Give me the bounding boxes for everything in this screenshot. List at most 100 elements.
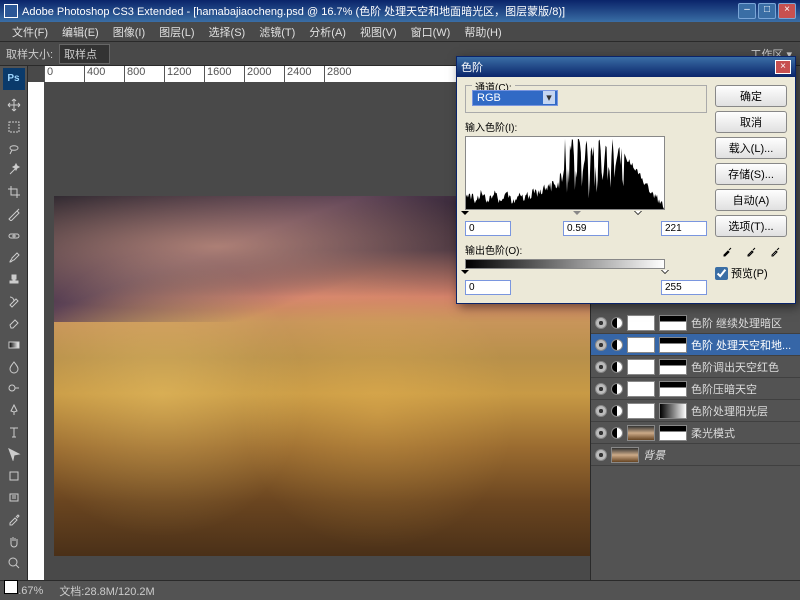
layer-name[interactable]: 色阶调出天空红色 [691, 359, 779, 375]
layer-name[interactable]: 色阶 继续处理暗区 [691, 315, 782, 331]
foreground-color[interactable] [4, 580, 18, 594]
layer-thumb[interactable] [627, 425, 655, 441]
layer-mask[interactable] [659, 381, 687, 397]
lasso-tool[interactable] [3, 139, 25, 159]
menu-file[interactable]: 文件(F) [6, 22, 54, 42]
output-white-slider[interactable] [661, 270, 669, 278]
gray-eyedropper[interactable] [746, 243, 756, 257]
tool-palette: Ps [0, 66, 28, 600]
shape-tool[interactable] [3, 466, 25, 486]
layer-row[interactable]: 色阶 继续处理暗区 [591, 312, 800, 334]
input-levels-label: 输入色阶(I): [465, 119, 707, 134]
options-button[interactable]: 选项(T)... [715, 215, 787, 237]
layer-mask[interactable] [659, 403, 687, 419]
visibility-icon[interactable] [595, 427, 607, 439]
layer-mask[interactable] [659, 359, 687, 375]
layer-thumb[interactable] [627, 359, 655, 375]
layer-row[interactable]: 背景 [591, 444, 800, 466]
dodge-tool[interactable] [3, 379, 25, 399]
wand-tool[interactable] [3, 160, 25, 180]
visibility-icon[interactable] [595, 339, 607, 351]
menu-view[interactable]: 视图(V) [354, 22, 403, 42]
menu-analysis[interactable]: 分析(A) [303, 22, 352, 42]
eyedropper-tool[interactable] [3, 509, 25, 529]
output-black-field[interactable]: 0 [465, 280, 511, 295]
brush-tool[interactable] [3, 248, 25, 268]
close-button[interactable]: × [778, 3, 796, 19]
layer-row[interactable]: 柔光模式 [591, 422, 800, 444]
black-point-slider[interactable] [461, 211, 469, 219]
menu-layer[interactable]: 图层(L) [153, 22, 200, 42]
layer-mask[interactable] [659, 315, 687, 331]
visibility-icon[interactable] [595, 361, 607, 373]
gamma-slider[interactable] [573, 211, 581, 219]
layer-thumb[interactable] [627, 403, 655, 419]
visibility-icon[interactable] [595, 405, 607, 417]
white-point-slider[interactable] [634, 211, 642, 219]
ruler-vertical[interactable] [28, 82, 44, 600]
auto-button[interactable]: 自动(A) [715, 189, 787, 211]
layer-mask[interactable] [659, 425, 687, 441]
layer-name[interactable]: 色阶压暗天空 [691, 381, 757, 397]
maximize-button[interactable]: □ [758, 3, 776, 19]
cancel-button[interactable]: 取消 [715, 111, 787, 133]
input-sliders[interactable] [465, 211, 665, 219]
menu-select[interactable]: 选择(S) [203, 22, 252, 42]
crop-tool[interactable] [3, 182, 25, 202]
gradient-tool[interactable] [3, 335, 25, 355]
visibility-icon[interactable] [595, 317, 607, 329]
output-sliders[interactable] [465, 270, 665, 278]
sample-dropdown[interactable]: 取样点 [59, 44, 110, 64]
type-tool[interactable] [3, 422, 25, 442]
layer-thumb[interactable] [627, 315, 655, 331]
layer-row[interactable]: 色阶处理阳光层 [591, 400, 800, 422]
notes-tool[interactable] [3, 488, 25, 508]
layer-row[interactable]: 色阶调出天空红色 [591, 356, 800, 378]
marquee-tool[interactable] [3, 117, 25, 137]
hand-tool[interactable] [3, 531, 25, 551]
dialog-titlebar[interactable]: 色阶 × [457, 57, 795, 77]
layer-mask[interactable] [659, 337, 687, 353]
dialog-close-button[interactable]: × [775, 60, 791, 74]
menu-window[interactable]: 窗口(W) [405, 22, 457, 42]
layer-name[interactable]: 背景 [643, 447, 665, 463]
zoom-tool[interactable] [3, 553, 25, 573]
blur-tool[interactable] [3, 357, 25, 377]
ok-button[interactable]: 确定 [715, 85, 787, 107]
save-button[interactable]: 存储(S)... [715, 163, 787, 185]
input-black-field[interactable]: 0 [465, 221, 511, 236]
preview-checkbox[interactable]: 预览(P) [715, 265, 787, 281]
heal-tool[interactable] [3, 226, 25, 246]
pen-tool[interactable] [3, 400, 25, 420]
output-black-slider[interactable] [461, 270, 469, 278]
menu-filter[interactable]: 滤镜(T) [253, 22, 301, 42]
layer-thumb[interactable] [611, 447, 639, 463]
input-gamma-field[interactable]: 0.59 [563, 221, 609, 236]
channel-dropdown[interactable]: RGB [472, 90, 558, 106]
menu-image[interactable]: 图像(I) [107, 22, 151, 42]
slice-tool[interactable] [3, 204, 25, 224]
white-eyedropper[interactable] [770, 243, 780, 257]
eraser-tool[interactable] [3, 313, 25, 333]
history-brush-tool[interactable] [3, 291, 25, 311]
sample-label: 取样大小: [6, 46, 53, 62]
black-eyedropper[interactable] [722, 243, 732, 257]
layer-name[interactable]: 色阶 处理天空和地... [691, 337, 791, 353]
layer-row[interactable]: 色阶压暗天空 [591, 378, 800, 400]
output-white-field[interactable]: 255 [661, 280, 707, 295]
stamp-tool[interactable] [3, 270, 25, 290]
layer-row[interactable]: 色阶 处理天空和地... [591, 334, 800, 356]
move-tool[interactable] [3, 95, 25, 115]
input-white-field[interactable]: 221 [661, 221, 707, 236]
layer-name[interactable]: 色阶处理阳光层 [691, 403, 768, 419]
menu-edit[interactable]: 编辑(E) [56, 22, 105, 42]
visibility-icon[interactable] [595, 449, 607, 461]
load-button[interactable]: 载入(L)... [715, 137, 787, 159]
minimize-button[interactable]: – [738, 3, 756, 19]
path-tool[interactable] [3, 444, 25, 464]
menu-help[interactable]: 帮助(H) [458, 22, 507, 42]
layer-thumb[interactable] [627, 381, 655, 397]
visibility-icon[interactable] [595, 383, 607, 395]
layer-name[interactable]: 柔光模式 [691, 425, 735, 441]
layer-thumb[interactable] [627, 337, 655, 353]
